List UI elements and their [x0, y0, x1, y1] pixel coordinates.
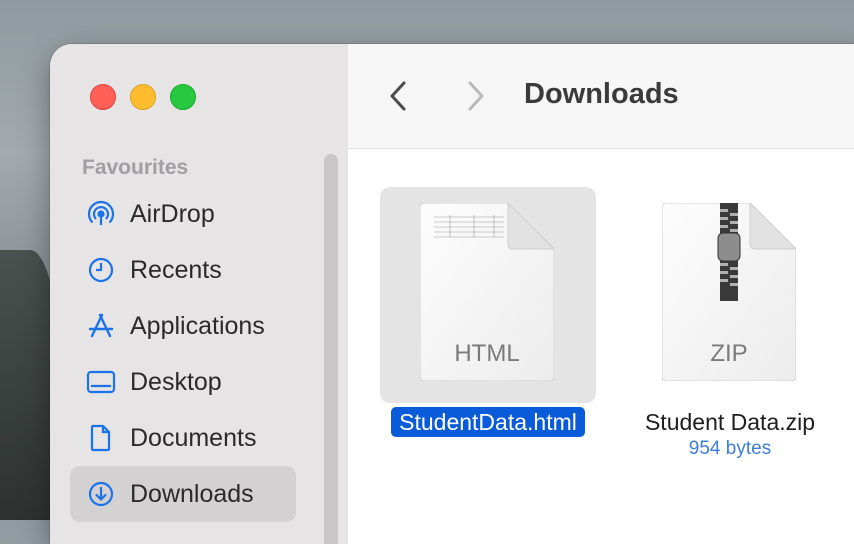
forward-button[interactable]	[456, 74, 496, 118]
file-thumbnail: HTML	[380, 187, 596, 403]
close-button[interactable]	[90, 84, 116, 110]
sidebar: Favourites AirDrop Recents Applications …	[50, 44, 349, 544]
sidebar-item-label: Desktop	[130, 367, 222, 396]
chevron-left-icon	[390, 81, 406, 111]
html-file-icon: HTML	[420, 203, 554, 381]
file-type-label: ZIP	[710, 340, 747, 367]
window-title: Downloads	[524, 78, 679, 110]
document-icon	[86, 423, 116, 453]
back-button[interactable]	[378, 74, 418, 118]
file-grid: HTML StudentData.html ZIP Student Data.z…	[348, 149, 854, 544]
applications-icon	[86, 311, 116, 341]
desktop-icon	[86, 367, 116, 397]
download-icon	[86, 479, 116, 509]
finder-window: Favourites AirDrop Recents Applications …	[50, 44, 854, 544]
sidebar-item-airdrop[interactable]: AirDrop	[70, 186, 296, 242]
zoom-button[interactable]	[170, 84, 196, 110]
sidebar-item-label: Applications	[130, 311, 265, 340]
sidebar-scrollbar[interactable]	[324, 154, 338, 544]
file-name: Student Data.zip	[644, 409, 816, 435]
file-thumbnail: ZIP	[622, 187, 838, 403]
sidebar-section-favourites: Favourites	[82, 156, 189, 179]
sidebar-item-recents[interactable]: Recents	[70, 242, 296, 298]
file-item-html[interactable]: HTML StudentData.html	[378, 187, 598, 437]
file-type-label: HTML	[454, 340, 519, 367]
airdrop-icon	[86, 199, 116, 229]
file-name: StudentData.html	[378, 407, 598, 437]
sidebar-item-label: Recents	[130, 255, 222, 284]
sidebar-item-applications[interactable]: Applications	[70, 298, 296, 354]
zip-file-icon: ZIP	[662, 203, 796, 381]
toolbar: Downloads	[348, 44, 854, 149]
sidebar-item-desktop[interactable]: Desktop	[70, 354, 296, 410]
minimize-button[interactable]	[130, 84, 156, 110]
clock-icon	[86, 255, 116, 285]
sidebar-item-downloads[interactable]: Downloads	[70, 466, 296, 522]
sidebar-item-label: AirDrop	[130, 199, 215, 228]
sidebar-item-documents[interactable]: Documents	[70, 410, 296, 466]
file-item-zip[interactable]: ZIP Student Data.zip 954 bytes	[620, 187, 840, 460]
sidebar-item-label: Downloads	[130, 479, 254, 508]
chevron-right-icon	[468, 81, 484, 111]
file-size: 954 bytes	[688, 438, 772, 459]
sidebar-item-label: Documents	[130, 423, 257, 452]
